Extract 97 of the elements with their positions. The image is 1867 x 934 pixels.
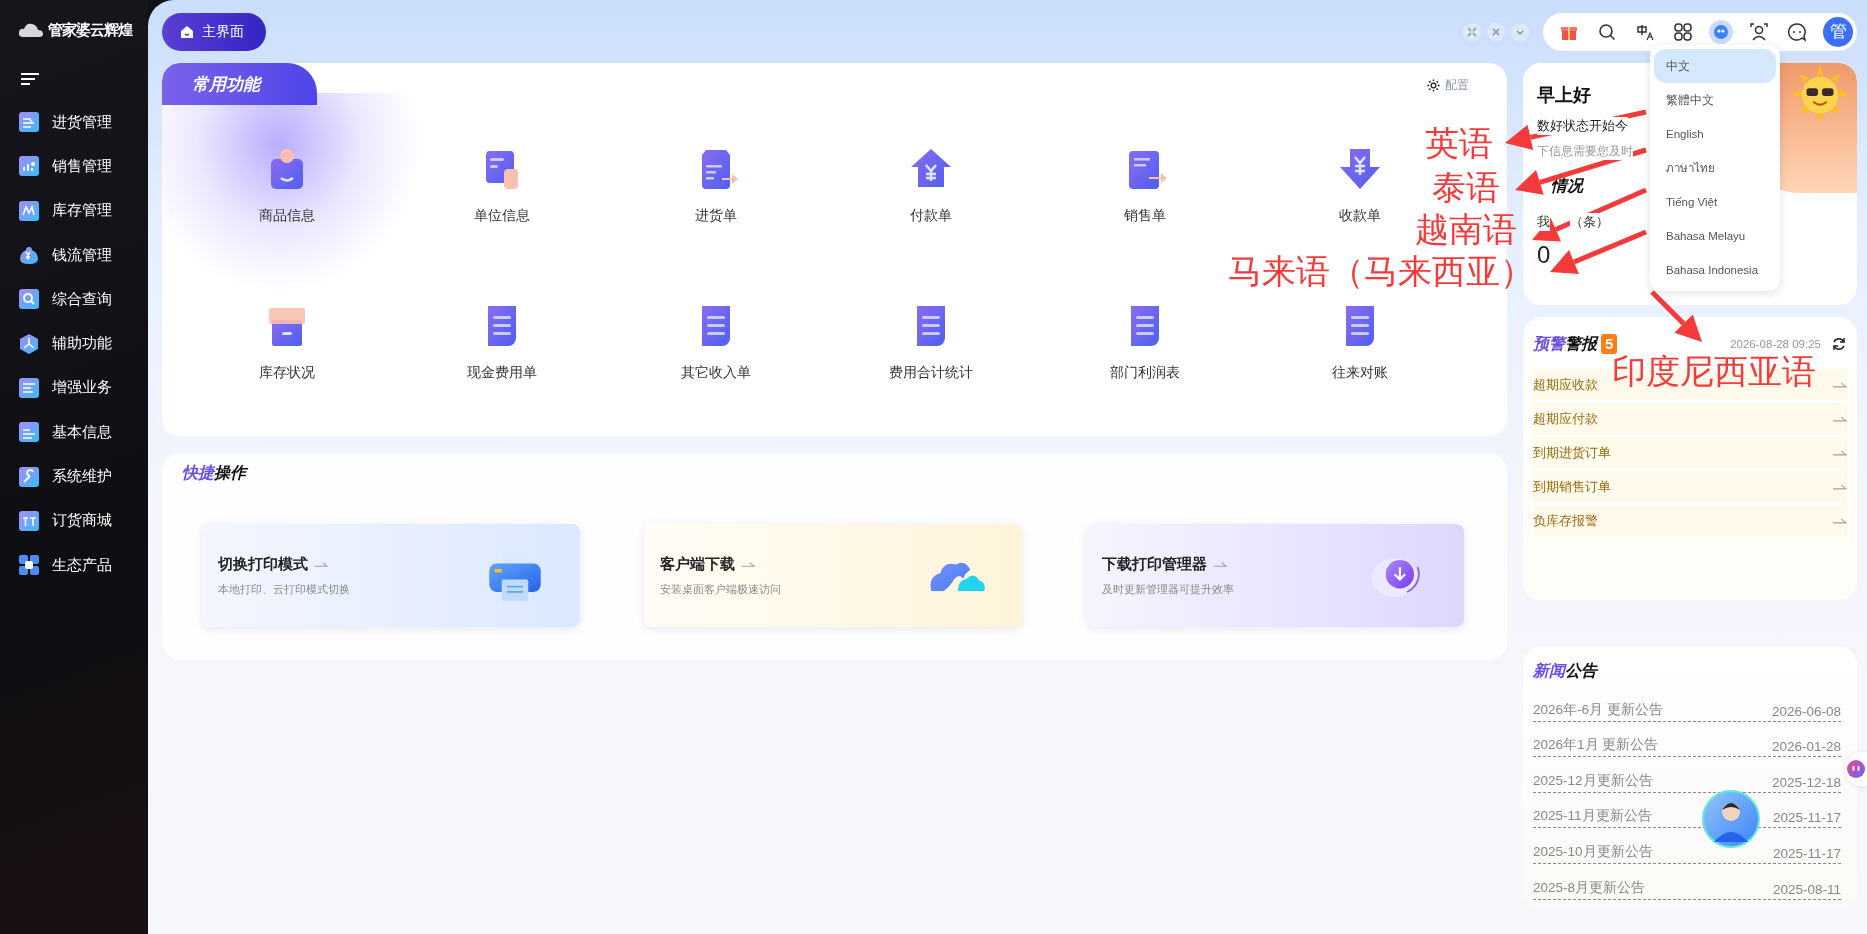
card-subtitle: 及时更新管理器可提升效率 bbox=[1102, 581, 1234, 597]
annotation-label: 马来语（马来西亚） bbox=[1228, 252, 1534, 292]
news-date: 2025-12-18 bbox=[1771, 774, 1841, 790]
function-shortcut[interactable]: 部门利润表 bbox=[1110, 302, 1181, 382]
menu-item-icon bbox=[18, 199, 40, 222]
fullscreen-button[interactable] bbox=[1463, 22, 1481, 41]
function-shortcut[interactable]: 单位信息 bbox=[473, 145, 530, 225]
close-icon bbox=[1491, 26, 1501, 37]
user-avatar[interactable]: 管 bbox=[1823, 16, 1853, 47]
menu-item-icon bbox=[18, 421, 40, 444]
house-icon bbox=[180, 24, 194, 39]
alert-item[interactable]: 到期销售订单 bbox=[1533, 471, 1847, 502]
sidebar-item[interactable]: 销售管理 bbox=[18, 144, 148, 189]
sidebar-item[interactable]: 生态产品 bbox=[18, 542, 148, 588]
menu-item-icon bbox=[18, 465, 40, 488]
mascot-icon[interactable] bbox=[1709, 19, 1733, 44]
function-shortcut[interactable]: 付款单 bbox=[906, 145, 955, 225]
greeting-title: 早上好 bbox=[1537, 84, 1591, 107]
stat-label: 我 bbox=[1537, 213, 1550, 231]
language-option[interactable]: 繁體中文 bbox=[1654, 83, 1776, 117]
sidebar-item[interactable]: 系统维护 bbox=[18, 454, 148, 499]
settings-icon bbox=[1426, 78, 1441, 93]
greeting-hint: 下信息需要您及时 bbox=[1537, 143, 1633, 160]
menu-item-icon bbox=[18, 288, 40, 311]
menu-item-icon bbox=[18, 332, 40, 355]
timestamp: 2026-08-28 09:25 bbox=[1730, 338, 1821, 350]
language-option[interactable]: Bahasa Indonesia bbox=[1654, 253, 1776, 287]
menu-item-icon bbox=[18, 509, 40, 532]
card-title: 客户端下载 bbox=[660, 554, 735, 574]
function-shortcut[interactable]: 收款单 bbox=[1335, 145, 1384, 225]
sidebar-item[interactable]: 库存管理 bbox=[18, 188, 148, 233]
section-title: 新闻公告 bbox=[1533, 661, 1600, 681]
language-option[interactable]: ภาษาไทย bbox=[1654, 151, 1776, 185]
quick-action-card[interactable]: 客户端下载 安装桌面客户端极速访问 bbox=[644, 524, 1022, 627]
sidebar-item[interactable]: 增强业务 bbox=[18, 365, 148, 411]
sidebar-item[interactable]: 钱流管理 bbox=[18, 232, 148, 278]
close-button[interactable] bbox=[1487, 22, 1505, 41]
news-title[interactable]: 2026年1月 更新公告 bbox=[1533, 736, 1659, 755]
menu-item-icon bbox=[18, 244, 40, 267]
card-subtitle: 安装桌面客户端极速访问 bbox=[660, 581, 781, 597]
count-badge: 5 bbox=[1601, 334, 1618, 354]
annotation-label: 英语 bbox=[1425, 124, 1493, 164]
annotation-label: 泰语 bbox=[1432, 168, 1500, 208]
card-title: 下载打印管理器 bbox=[1102, 554, 1207, 574]
quick-action-card[interactable]: 切换打印模式 本地打印、云打印模式切换 bbox=[202, 524, 580, 627]
menu-item-icon bbox=[18, 554, 40, 577]
sun-icon bbox=[1791, 65, 1849, 123]
section-title: 快捷操作 bbox=[182, 463, 249, 483]
menu-item-icon bbox=[18, 155, 40, 178]
function-shortcut[interactable]: 往来对账 bbox=[1331, 302, 1388, 382]
sidebar-item[interactable]: 订货商城 bbox=[18, 498, 148, 543]
sidebar-item[interactable]: 进货管理 bbox=[18, 100, 148, 145]
alert-item[interactable]: 负库存报警 bbox=[1533, 505, 1847, 536]
annotation-arrow bbox=[1650, 290, 1702, 342]
logo-text: 管家婆云辉煌 bbox=[48, 20, 132, 40]
news-title[interactable]: 2025-11月更新公告 bbox=[1533, 807, 1652, 826]
language-option[interactable]: Tiếng Việt bbox=[1654, 185, 1776, 219]
news-date: 2025-08-11 bbox=[1772, 881, 1841, 897]
refresh-icon[interactable] bbox=[1831, 336, 1847, 352]
annotation-label: 越南语 bbox=[1415, 210, 1517, 250]
language-option[interactable]: English bbox=[1654, 117, 1776, 151]
card-title: 切换打印模式 bbox=[218, 554, 308, 574]
news-date: 2025-11-17 bbox=[1772, 845, 1841, 861]
function-shortcut[interactable]: 商品信息 bbox=[259, 145, 316, 225]
language-option[interactable]: 中文 bbox=[1654, 49, 1776, 83]
news-date: 2026-06-08 bbox=[1771, 703, 1841, 719]
alert-item[interactable]: 超期应付款 bbox=[1533, 403, 1847, 434]
menu-icon[interactable] bbox=[20, 72, 40, 86]
section-title: 情况 bbox=[1551, 176, 1583, 196]
menu-item-icon bbox=[18, 111, 40, 134]
function-shortcut[interactable]: 费用合计统计 bbox=[888, 302, 973, 382]
news-date: 2026-01-28 bbox=[1771, 739, 1841, 755]
news-title[interactable]: 2025-8月更新公告 bbox=[1533, 878, 1646, 897]
sidebar-item[interactable]: 辅助功能 bbox=[18, 321, 148, 366]
alert-item[interactable]: 到期进货订单 bbox=[1533, 437, 1847, 468]
cloud-logo-icon bbox=[18, 22, 44, 38]
card-subtitle: 本地打印、云打印模式切换 bbox=[218, 581, 350, 597]
greeting-text: 数好状态开始今 bbox=[1537, 117, 1628, 135]
news-date: 2025-11-17 bbox=[1772, 810, 1841, 826]
fullscreen-icon bbox=[1467, 26, 1477, 37]
function-shortcut[interactable]: 现金费用单 bbox=[466, 302, 537, 382]
sidebar-item[interactable]: 基本信息 bbox=[18, 410, 148, 455]
function-shortcut[interactable]: 库存状况 bbox=[259, 302, 316, 382]
function-shortcut[interactable]: 进货单 bbox=[692, 145, 741, 225]
news-title[interactable]: 2025-10月更新公告 bbox=[1533, 842, 1653, 861]
section-title: 常用功能 bbox=[162, 63, 317, 105]
news-title[interactable]: 2025-12月更新公告 bbox=[1533, 771, 1653, 790]
quick-action-card[interactable]: 下载打印管理器 及时更新管理器可提升效率 bbox=[1086, 524, 1464, 627]
language-option[interactable]: Bahasa Melayu bbox=[1654, 219, 1776, 253]
sidebar-item[interactable]: 综合查询 bbox=[18, 277, 148, 322]
home-button[interactable]: 主界面 bbox=[162, 12, 266, 51]
function-shortcut[interactable]: 其它收入单 bbox=[681, 302, 752, 382]
function-shortcut[interactable]: 销售单 bbox=[1121, 145, 1170, 225]
menu-item-icon bbox=[18, 376, 40, 399]
avatar-icon[interactable] bbox=[1702, 790, 1760, 848]
news-title[interactable]: 2026年-6月 更新公告 bbox=[1533, 700, 1663, 719]
section-title: 预警警报 bbox=[1533, 333, 1597, 354]
